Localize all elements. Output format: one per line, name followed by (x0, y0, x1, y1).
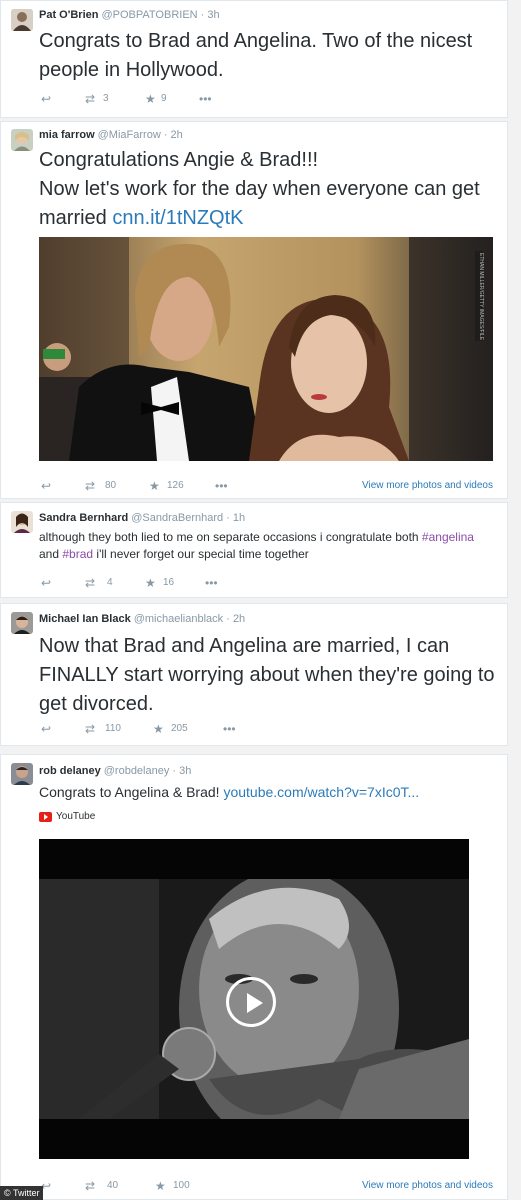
tweet-text-part: Congrats to Angelina & Brad! (39, 784, 224, 800)
tweet-text-part: i'll never forget our special time toget… (93, 547, 309, 561)
tweet-header: rob delaney @robdelaney · 3h (39, 765, 191, 777)
tweet-link[interactable]: youtube.com/watch?v=7xIc0T... (223, 784, 419, 800)
author-handle[interactable]: @robdelaney (104, 765, 170, 777)
star-icon[interactable]: ★ (153, 722, 164, 736)
tweet-text-part: although they both lied to me on separat… (39, 530, 422, 544)
tweet-sandra-bernhard: Sandra Bernhard @SandraBernhard · 1h alth… (0, 502, 508, 598)
tweet-header: mia farrow @MiaFarrow · 2h (39, 129, 183, 141)
star-icon[interactable]: ★ (145, 92, 156, 106)
retweet-count: 4 (107, 577, 113, 588)
tweet-text-line1: Congratulations Angie & Brad!!! (39, 149, 319, 171)
author-name[interactable]: rob delaney (39, 765, 101, 777)
tweet-text: Congratulations Angie & Brad!!! Now let'… (39, 146, 497, 233)
ellipsis-icon[interactable]: ••• (223, 722, 236, 736)
hashtag-brad[interactable]: #brad (62, 547, 93, 561)
tweet-actions: ↩ ⇄ 110 ★ 205 ••• (39, 722, 259, 738)
retweet-icon[interactable]: ⇄ (85, 479, 95, 493)
tweet-actions: ↩ ⇄ 4 ★ 16 ••• (39, 576, 239, 592)
photo-credit: ETHAN MILLER/GETTY IMAGES/FILE (478, 253, 484, 341)
youtube-source[interactable]: YouTube (39, 811, 95, 825)
author-handle[interactable]: @POBPATOBRIEN (101, 9, 197, 21)
author-name[interactable]: Michael Ian Black (39, 613, 131, 625)
retweet-count: 40 (107, 1180, 119, 1191)
tweet-actions: ↩ ⇄ 40 ★ 100 (39, 1179, 239, 1195)
play-icon (247, 993, 263, 1013)
tweet-michael-ian-black: Michael Ian Black @michaelianblack · 2h N… (0, 603, 508, 746)
view-more-media-link[interactable]: View more photos and videos (362, 1180, 493, 1191)
favorite-count: 16 (163, 577, 175, 588)
tweet-rob-delaney: rob delaney @robdelaney · 3h Congrats to … (0, 754, 508, 1200)
timestamp[interactable]: · 3h (201, 9, 220, 21)
author-handle[interactable]: @michaelianblack (134, 613, 223, 625)
image-credit: © Twitter (0, 1186, 44, 1200)
retweet-icon[interactable]: ⇄ (85, 92, 95, 106)
star-icon[interactable]: ★ (155, 1179, 166, 1193)
tweet-actions: ↩ ⇄ 3 ★ 9 ••• (39, 92, 239, 108)
retweet-icon[interactable]: ⇄ (85, 722, 95, 736)
timestamp[interactable]: · 2h (164, 129, 183, 141)
tweet-text-line2: Now let's work for the day when everyone… (39, 178, 480, 229)
tweet-text: Congrats to Brad and Angelina. Two of th… (39, 30, 473, 81)
tweet-header: Michael Ian Black @michaelianblack · 2h (39, 613, 245, 625)
timestamp[interactable]: · 3h (172, 765, 191, 777)
author-name[interactable]: Pat O'Brien (39, 9, 98, 21)
retweet-icon[interactable]: ⇄ (85, 1179, 95, 1193)
favorite-count: 100 (173, 1180, 190, 1191)
tweet-photo[interactable]: ETHAN MILLER/GETTY IMAGES/FILE (39, 237, 493, 461)
avatar[interactable] (11, 511, 33, 533)
ellipsis-icon[interactable]: ••• (199, 92, 212, 106)
favorite-count: 205 (171, 723, 188, 734)
hashtag-angelina[interactable]: #angelina (422, 530, 474, 544)
favorite-count: 9 (161, 93, 167, 104)
tweet-pat-obrien: Pat O'Brien @POBPATOBRIEN · 3h Congrats t… (0, 0, 508, 118)
avatar[interactable] (11, 9, 33, 31)
favorite-count: 126 (167, 480, 184, 491)
tweet-text: Now that Brad and Angelina are married, … (39, 635, 495, 715)
avatar[interactable] (11, 129, 33, 151)
tweet-header: Sandra Bernhard @SandraBernhard · 1h (39, 512, 245, 524)
retweet-count: 3 (103, 93, 109, 104)
view-more-media-link[interactable]: View more photos and videos (362, 480, 493, 491)
youtube-icon (39, 811, 52, 822)
reply-icon[interactable]: ↩ (41, 722, 51, 736)
tweet-text-part: and (39, 547, 63, 561)
star-icon[interactable]: ★ (149, 479, 160, 493)
tweet-text: Congrats to Angelina & Brad! youtube.com… (39, 783, 497, 801)
play-button[interactable] (226, 977, 276, 1027)
retweet-count: 80 (105, 480, 117, 491)
star-icon[interactable]: ★ (145, 576, 156, 590)
ellipsis-icon[interactable]: ••• (215, 479, 228, 493)
reply-icon[interactable]: ↩ (41, 479, 51, 493)
author-name[interactable]: mia farrow (39, 129, 95, 141)
ellipsis-icon[interactable]: ••• (205, 576, 218, 590)
author-handle[interactable]: @MiaFarrow (98, 129, 161, 141)
author-handle[interactable]: @SandraBernhard (131, 512, 223, 524)
tweet-link[interactable]: cnn.it/1tNZQtK (112, 207, 243, 229)
timestamp[interactable]: · 2h (226, 613, 245, 625)
reply-icon[interactable]: ↩ (41, 576, 51, 590)
tweet-mia-farrow: mia farrow @MiaFarrow · 2h Congratulation… (0, 121, 508, 499)
tweet-actions: ↩ ⇄ 80 ★ 126 ••• (39, 479, 239, 495)
avatar[interactable] (11, 612, 33, 634)
retweet-count: 110 (105, 723, 121, 734)
video-player[interactable] (39, 839, 469, 1159)
tweet-text: although they both lied to me on separat… (39, 529, 497, 563)
avatar[interactable] (11, 763, 33, 785)
timestamp[interactable]: · 1h (226, 512, 245, 524)
youtube-label: YouTube (56, 811, 96, 822)
author-name[interactable]: Sandra Bernhard (39, 512, 128, 524)
reply-icon[interactable]: ↩ (41, 92, 51, 106)
tweet-header: Pat O'Brien @POBPATOBRIEN · 3h (39, 9, 220, 21)
retweet-icon[interactable]: ⇄ (85, 576, 95, 590)
